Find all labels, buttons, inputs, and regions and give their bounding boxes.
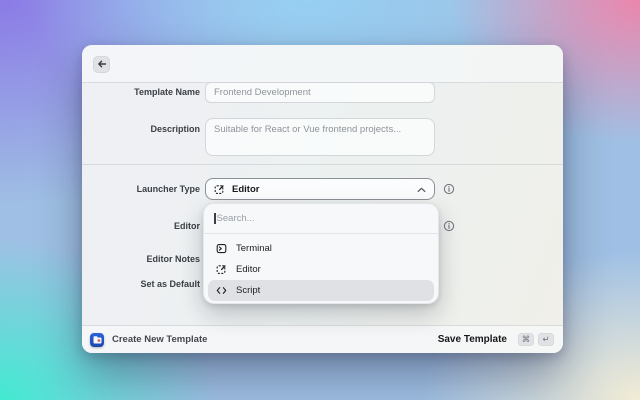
- save-template-button[interactable]: Save Template: [438, 334, 507, 345]
- description-input[interactable]: Suitable for React or Vue frontend proje…: [205, 118, 435, 156]
- window-header: [82, 45, 563, 83]
- description-label: Description: [150, 124, 200, 134]
- launcher-type-dropdown: Terminal Editor Script: [203, 203, 439, 304]
- option-script[interactable]: Script: [208, 280, 434, 301]
- option-label: Terminal: [236, 243, 272, 254]
- launcher-type-label: Launcher Type: [136, 184, 200, 194]
- arrow-left-icon: [97, 56, 107, 74]
- launcher-type-select[interactable]: Editor: [205, 178, 435, 200]
- option-label: Editor: [236, 264, 261, 275]
- template-name-input[interactable]: [205, 82, 435, 103]
- launcher-type-value: Editor: [232, 183, 260, 195]
- command-key-icon: ⌘: [518, 333, 534, 346]
- window-footer: Create New Template Save Template ⌘ ↵: [82, 325, 563, 353]
- editor-label: Editor: [174, 221, 200, 231]
- launcher-type-info-icon[interactable]: [442, 182, 456, 196]
- dropdown-search-input[interactable]: [216, 213, 428, 224]
- text-caret: [214, 213, 216, 224]
- return-key-icon: ↵: [538, 333, 554, 346]
- option-label: Script: [236, 285, 261, 296]
- template-name-label: Template Name: [134, 87, 200, 97]
- set-as-default-label: Set as Default: [140, 279, 200, 289]
- chevron-up-icon: [417, 180, 426, 198]
- option-terminal[interactable]: Terminal: [208, 238, 434, 259]
- option-editor[interactable]: Editor: [208, 259, 434, 280]
- editor-notes-label: Editor Notes: [146, 254, 200, 264]
- footer-title: Create New Template: [112, 334, 208, 345]
- script-icon: [216, 285, 227, 296]
- editor-icon: [216, 264, 227, 275]
- create-template-window: Template Name Description Suitable for R…: [82, 45, 563, 353]
- back-button[interactable]: [93, 56, 110, 73]
- dropdown-search[interactable]: [204, 204, 438, 234]
- editor-icon: [214, 184, 225, 195]
- section-divider: [82, 164, 563, 165]
- terminal-icon: [216, 243, 227, 254]
- app-icon: [90, 332, 104, 347]
- dropdown-options: Terminal Editor Script: [204, 234, 438, 301]
- editor-info-icon[interactable]: [442, 219, 456, 233]
